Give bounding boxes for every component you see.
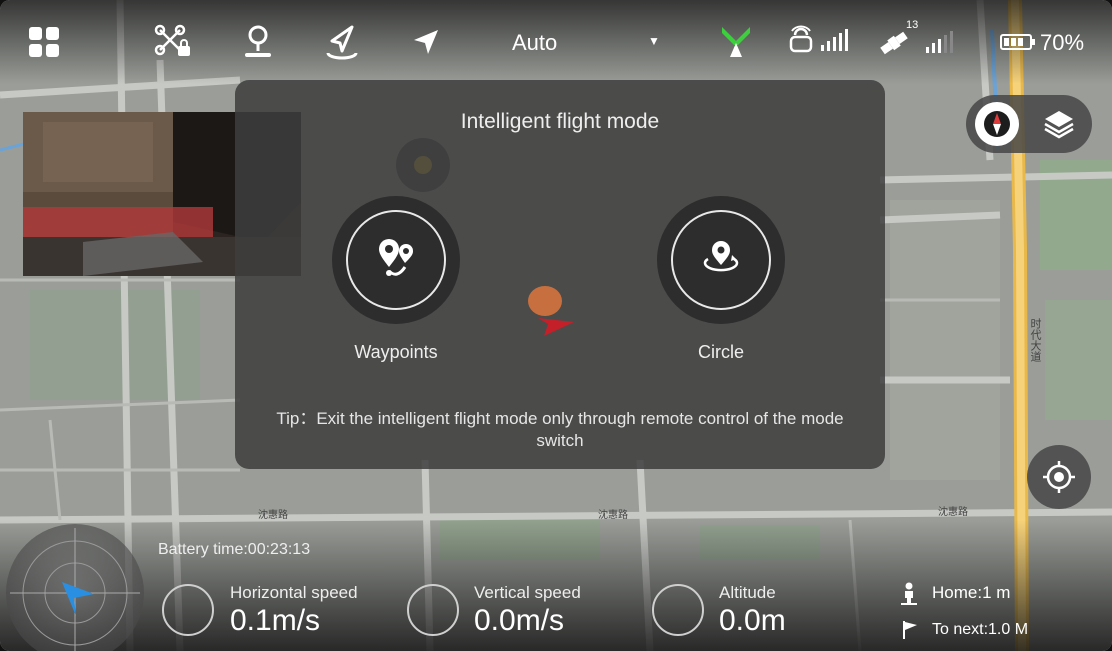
chevron-down-icon[interactable]: ▼ — [648, 34, 660, 48]
next-waypoint-distance: To next:1.0 M — [932, 621, 1029, 638]
vertical-speed-label: Vertical speed — [474, 583, 581, 602]
grid-menu-icon[interactable] — [26, 20, 62, 64]
satellite-count: 13 — [906, 19, 919, 31]
app-screen: 沈惠路 沈惠路 时代大道 沈惠路 Auto ▼ 13 70% Intellige… — [0, 0, 1112, 651]
locate-icon[interactable] — [1027, 445, 1091, 509]
takeoff-icon[interactable] — [322, 20, 362, 64]
dialog-tip: Tip：Exit the intelligent flight mode onl… — [276, 409, 844, 450]
horizontal-speed-gauge — [162, 584, 214, 636]
altitude-label: Altitude — [719, 583, 776, 602]
map-pin-icon[interactable] — [238, 20, 278, 64]
intelligent-flight-mode-dialog: Intelligent flight mode Waypoints Circle… — [235, 80, 885, 469]
circle-label: Circle — [697, 342, 744, 362]
waypoints-button[interactable] — [332, 196, 460, 324]
circle-button[interactable] — [657, 196, 785, 324]
drone-status-icon[interactable] — [716, 20, 756, 64]
home-distance: Home:1 m — [932, 583, 1011, 602]
battery-icon — [998, 20, 1038, 64]
compass-icon[interactable] — [975, 102, 1019, 146]
map-road-label: 沈惠路 — [258, 510, 288, 521]
battery-percent: 70% — [1040, 30, 1085, 55]
map-road-label: 沈惠路 — [938, 507, 968, 518]
map-road-label: 时代大道 — [1029, 318, 1041, 362]
dialog-title: Intelligent flight mode — [460, 110, 660, 133]
vertical-speed-gauge — [407, 584, 459, 636]
drone-heading-icon — [536, 306, 576, 343]
attitude-radar[interactable] — [6, 524, 144, 651]
battery-time: Battery time:00:23:13 — [158, 541, 311, 558]
flag-icon — [901, 620, 919, 645]
remote-signal-icon — [786, 20, 862, 64]
waypoints-icon — [346, 210, 446, 310]
circle-orbit-icon — [671, 210, 771, 310]
vertical-speed-value: 0.0m/s — [474, 604, 565, 637]
horizontal-speed-label: Horizontal speed — [230, 583, 358, 602]
home-person-icon — [900, 582, 918, 611]
flight-mode-selector[interactable]: Auto — [512, 30, 557, 56]
horizontal-speed-value: 0.1m/s — [230, 604, 321, 637]
waypoints-label: Waypoints — [354, 342, 438, 362]
map-road-label: 沈惠路 — [598, 510, 628, 521]
layers-icon[interactable] — [1037, 102, 1081, 146]
altitude-gauge — [652, 584, 704, 636]
altitude-value: 0.0m — [719, 604, 786, 637]
navigation-arrow-icon[interactable] — [408, 20, 444, 64]
drone-lock-icon[interactable] — [153, 20, 193, 64]
